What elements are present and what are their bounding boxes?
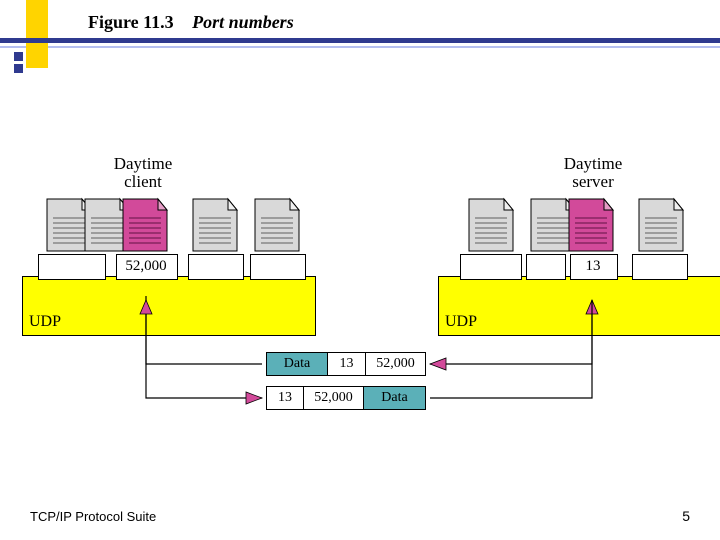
packet-cell-data: Data xyxy=(266,352,328,376)
document-icon xyxy=(636,196,686,254)
packet-cell-srcport: 52,000 xyxy=(304,386,364,410)
document-icon xyxy=(252,196,302,254)
udp-label-server: UDP xyxy=(445,313,477,331)
server-port-value: 13 xyxy=(572,258,614,275)
deco-tiny-square xyxy=(14,64,23,73)
client-label: Daytime client xyxy=(98,155,188,191)
server-label-line2: server xyxy=(572,172,614,191)
client-port-value: 52,000 xyxy=(118,258,174,275)
packet-reply: 13 52,000 Data xyxy=(266,386,426,410)
udp-box-client: UDP xyxy=(22,276,316,336)
document-icon-active xyxy=(120,196,170,254)
document-icon xyxy=(466,196,516,254)
deco-horiz-thin xyxy=(0,46,720,48)
slide-title: Figure 11.3 Port numbers xyxy=(88,12,294,33)
udp-label-client: UDP xyxy=(29,313,61,331)
server-label-line1: Daytime xyxy=(564,154,623,173)
diagram: Daytime client Daytime server xyxy=(0,0,720,540)
packet-cell-destport: 13 xyxy=(328,352,366,376)
client-label-line1: Daytime xyxy=(114,154,173,173)
port-slot xyxy=(526,254,566,280)
udp-box-server: UDP xyxy=(438,276,720,336)
packet-cell-destport: 13 xyxy=(266,386,304,410)
packet-cell-srcport: 52,000 xyxy=(366,352,426,376)
page-number: 5 xyxy=(682,508,690,524)
port-slot xyxy=(250,254,306,280)
deco-vertical-bar xyxy=(26,0,48,68)
deco-horiz-thick xyxy=(0,38,720,43)
port-slot xyxy=(632,254,688,280)
port-slot xyxy=(460,254,522,280)
document-icon xyxy=(190,196,240,254)
footer-text: TCP/IP Protocol Suite xyxy=(30,509,156,524)
packet-cell-data: Data xyxy=(364,386,426,410)
deco-tiny-square xyxy=(14,52,23,61)
port-slot xyxy=(38,254,106,280)
port-slot xyxy=(188,254,244,280)
server-label: Daytime server xyxy=(548,155,638,191)
figure-number: Figure 11.3 xyxy=(88,12,174,32)
slide: Figure 11.3 Port numbers Daytime client … xyxy=(0,0,720,540)
figure-caption: Port numbers xyxy=(192,12,294,32)
client-label-line2: client xyxy=(124,172,162,191)
document-icon-active xyxy=(566,196,616,254)
packet-request: Data 13 52,000 xyxy=(266,352,426,376)
